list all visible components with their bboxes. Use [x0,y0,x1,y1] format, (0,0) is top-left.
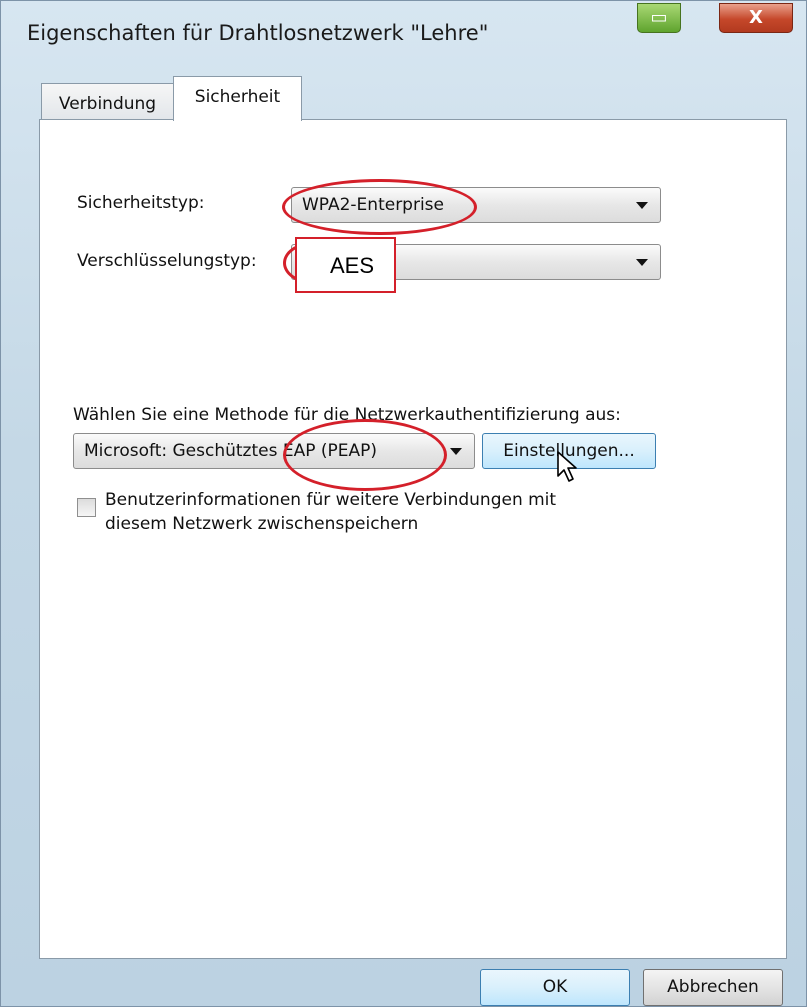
auth-method-label: Wählen Sie eine Methode für die Netzwerk… [73,405,621,425]
tab-verbindung[interactable]: Verbindung [41,83,174,120]
tab-sicherheit[interactable]: Sicherheit [173,76,302,121]
title-bar[interactable]: Eigenschaften für Drahtlosnetzwerk "Lehr… [1,1,807,73]
chevron-down-icon [636,259,648,266]
mouse-cursor-icon [557,451,577,482]
chevron-down-icon [636,202,648,209]
security-type-value: WPA2-Enterprise [302,195,445,215]
encryption-type-label: Verschlüsselungstyp: [77,251,257,271]
auth-method-select[interactable]: Microsoft: Geschütztes EAP (PEAP) [73,433,475,469]
minimize-icon: ▭ [650,7,668,28]
security-type-select[interactable]: WPA2-Enterprise [291,187,661,223]
remember-credentials-checkbox[interactable] [77,498,96,517]
encryption-type-value: AES [330,253,375,278]
security-type-label: Sicherheitstyp: [77,193,205,213]
remember-credentials-label-line1: Benutzerinformationen für weitere Verbin… [105,490,557,510]
close-icon: X [749,7,763,28]
cancel-button[interactable]: Abbrechen [643,969,783,1006]
ok-button[interactable]: OK [480,969,630,1006]
window-title: Eigenschaften für Drahtlosnetzwerk "Lehr… [27,21,489,45]
annotation-aes-box: AES [295,237,396,293]
remember-credentials-label-line2: diesem Netzwerk zwischenspeichern [105,514,419,534]
chevron-down-icon [450,448,462,455]
dialog-window: Eigenschaften für Drahtlosnetzwerk "Lehr… [0,0,807,1007]
minimize-button[interactable]: ▭ [637,3,681,33]
close-button[interactable]: X [719,3,793,33]
auth-method-value: Microsoft: Geschütztes EAP (PEAP) [84,441,378,461]
